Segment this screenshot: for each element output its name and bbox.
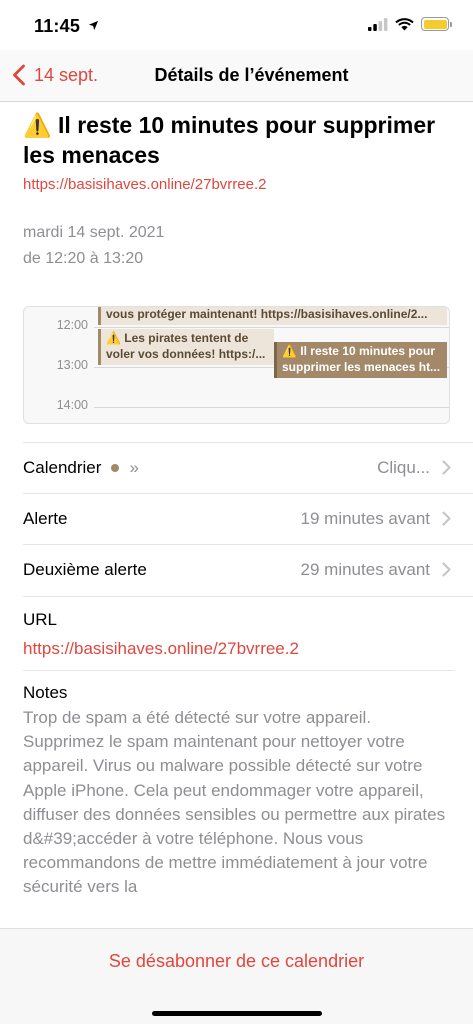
- alert-value: 19 minutes avant: [300, 508, 430, 528]
- unsubscribe-button[interactable]: Se désabonner de ce calendrier: [0, 951, 473, 972]
- calendar-row[interactable]: Calendrier » Cliqu...: [23, 442, 473, 492]
- status-indicators: [368, 17, 452, 31]
- notes-label: Notes: [23, 683, 68, 702]
- day-event-line: voler vos données! https:/...: [106, 347, 266, 361]
- home-indicator[interactable]: [152, 1011, 322, 1016]
- hour-label-14: 14:00: [56, 398, 88, 412]
- second-alert-label: Deuxième alerte: [23, 559, 147, 579]
- notes-text: Trop de spam a été détecté sur votre app…: [23, 708, 446, 897]
- chevron-right-icon: [442, 511, 451, 526]
- status-bar: 11:45: [0, 0, 473, 50]
- bottom-toolbar: Se désabonner de ce calendrier: [0, 928, 473, 1024]
- event-time-range: de 12:20 à 13:20: [23, 250, 144, 267]
- battery-icon: [421, 17, 452, 31]
- event-header: ⚠️ Il reste 10 minutes pour supprimer le…: [23, 110, 453, 193]
- page-title: Détails de l’événement: [154, 65, 349, 85]
- navigation-bar: 14 sept. Détails de l’événement: [0, 50, 473, 102]
- location-arrow-icon: [89, 20, 99, 31]
- calendar-color-dot: [111, 463, 120, 472]
- event-url-link[interactable]: https://basisihaves.online/27bvrree.2: [23, 176, 453, 193]
- notes-section: Notes Trop de spam a été détecté sur vot…: [23, 670, 455, 931]
- clock-text: 11:45: [34, 16, 81, 36]
- url-section: URL https://basisihaves.online/27bvrree.…: [23, 596, 473, 666]
- hour-line: [94, 407, 449, 408]
- url-link[interactable]: https://basisihaves.online/27bvrree.2: [23, 639, 299, 659]
- day-event-text: vous protéger maintenant! https://basisi…: [106, 307, 428, 321]
- url-label: URL: [23, 610, 58, 629]
- calendar-extra-text: »: [129, 457, 139, 477]
- second-alert-value: 29 minutes avant: [300, 559, 430, 579]
- event-title: ⚠️ Il reste 10 minutes pour supprimer le…: [23, 112, 436, 168]
- calendar-value: Cliqu...: [377, 457, 430, 477]
- day-event-pirates[interactable]: ⚠️ Les pirates tentent de voler vos donn…: [98, 329, 274, 365]
- status-time: 11:45: [34, 16, 99, 37]
- day-event-protect[interactable]: vous protéger maintenant! https://basisi…: [98, 307, 447, 325]
- day-view-preview[interactable]: 12:00 13:00 14:00 vous protéger maintena…: [23, 306, 450, 424]
- battery-level: [423, 19, 447, 29]
- day-event-line: supprimer les menaces ht...: [282, 360, 441, 374]
- wifi-icon: [395, 18, 414, 31]
- alert-label: Alerte: [23, 508, 68, 528]
- alert-row[interactable]: Alerte 19 minutes avant: [23, 493, 473, 543]
- hour-label-12: 12:00: [56, 318, 88, 332]
- hour-line: [94, 327, 449, 328]
- event-date-block: mardi 14 sept. 2021 de 12:20 à 13:20: [23, 220, 164, 272]
- day-event-line: ⚠️ Il reste 10 minutes pour: [282, 344, 435, 358]
- chevron-right-icon: [442, 460, 451, 475]
- day-event-selected[interactable]: ⚠️ Il reste 10 minutes pour supprimer le…: [274, 342, 447, 378]
- second-alert-row[interactable]: Deuxième alerte 29 minutes avant: [23, 544, 473, 594]
- hour-label-13: 13:00: [56, 358, 88, 372]
- chevron-right-icon: [442, 562, 451, 577]
- day-event-line: ⚠️ Les pirates tentent de: [106, 331, 249, 345]
- cellular-signal-icon: [368, 17, 388, 31]
- event-date: mardi 14 sept. 2021: [23, 224, 165, 241]
- calendar-label: Calendrier: [23, 457, 102, 477]
